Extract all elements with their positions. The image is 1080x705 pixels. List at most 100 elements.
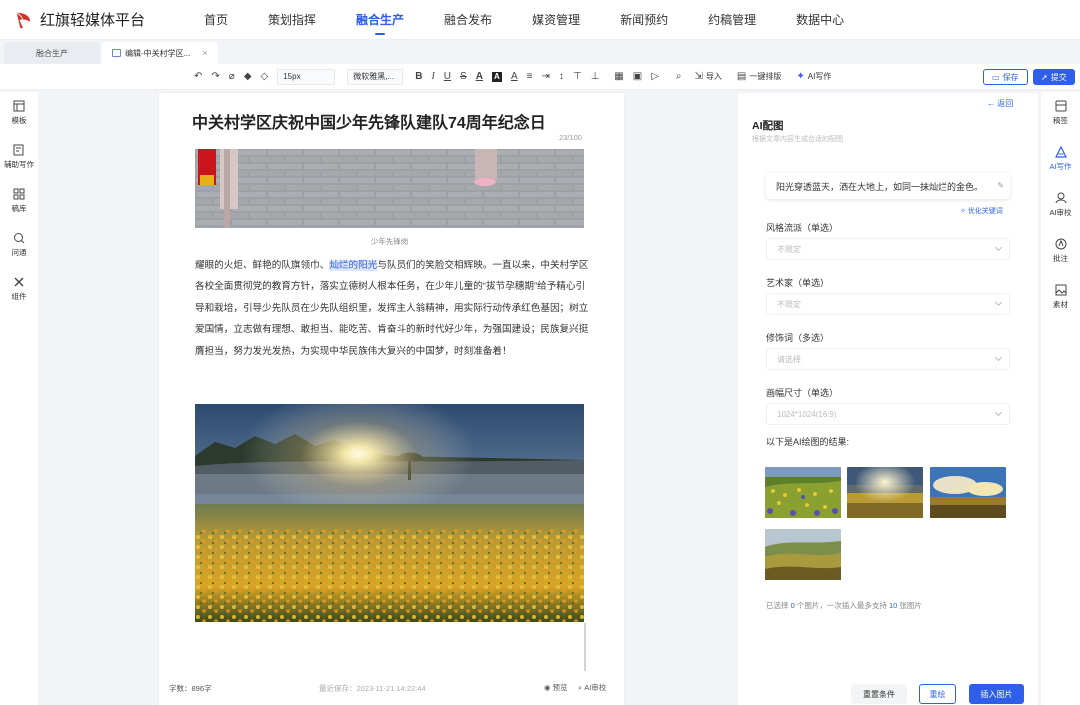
sunrise-field-thumb bbox=[847, 467, 923, 518]
sidebar-item-label: AI写作 bbox=[1049, 162, 1072, 171]
prompt-input[interactable]: 阳光穿透蓝天，洒在大地上，如同一抹灿烂的金色。 ✎ bbox=[766, 173, 1010, 199]
back-link[interactable]: ← 返回 bbox=[987, 98, 1013, 109]
chevron-down-icon bbox=[994, 298, 1003, 307]
artist-select[interactable]: 不限定 bbox=[766, 293, 1010, 315]
article-paragraph[interactable]: 耀眼的火炬、鲜艳的队旗领巾、灿烂的阳光与队员们的笑脸交相辉映。一直以来，中关村学… bbox=[195, 255, 590, 362]
nav-contribution[interactable]: 约稿管理 bbox=[708, 0, 756, 40]
ai-write-label: AI写作 bbox=[807, 72, 832, 81]
close-icon[interactable]: × bbox=[202, 48, 207, 58]
sidebar-item-material[interactable]: 素材 bbox=[1041, 284, 1080, 327]
result-image-3[interactable] bbox=[930, 467, 1006, 518]
document-editor[interactable]: 中关村学区庆祝中国少年先锋队建队74周年纪念日 23/100 少年先锋岗 耀眼的… bbox=[159, 93, 624, 705]
result-label: 以下是AI绘图的结果: bbox=[766, 437, 850, 447]
sidebar-item-ai-write[interactable]: AI写作 bbox=[1041, 146, 1080, 189]
insert-image-icon[interactable]: ▣ bbox=[633, 71, 642, 82]
tag-icon bbox=[1055, 100, 1066, 112]
sidebar-item-assist-write[interactable]: 辅助写作 bbox=[0, 142, 38, 180]
edit-icon[interactable]: ✎ bbox=[997, 181, 1004, 190]
nav-data-center[interactable]: 数据中心 bbox=[796, 0, 844, 40]
highlighted-text[interactable]: 灿烂的阳光 bbox=[329, 260, 378, 271]
table-icon[interactable]: ▦ bbox=[614, 71, 623, 82]
nav-news-booking[interactable]: 新闻预约 bbox=[620, 0, 668, 40]
nav-publish[interactable]: 融合发布 bbox=[444, 0, 492, 40]
indent-icon[interactable]: ⇥ bbox=[541, 71, 549, 82]
paragraph-text: 耀眼的火炬、鲜艳的队旗领巾、 bbox=[195, 260, 330, 271]
text-style-icon[interactable]: A bbox=[511, 71, 518, 82]
nav-production[interactable]: 融合生产 bbox=[356, 0, 404, 40]
sidebar-item-label: 模板 bbox=[11, 116, 27, 125]
import-button[interactable]: ⇲ 导入 bbox=[695, 71, 722, 82]
search-icon[interactable]: ⌕ bbox=[676, 71, 682, 82]
ai-review-button[interactable]: ⌕ AI审校 bbox=[578, 682, 606, 693]
sidebar-item-library[interactable]: 稿库 bbox=[0, 186, 38, 224]
one-click-format-button[interactable]: ▤ 一键排版 bbox=[737, 71, 781, 82]
format-painter-icon[interactable]: ⌀ bbox=[229, 71, 235, 82]
nav-media-assets[interactable]: 媒资管理 bbox=[532, 0, 580, 40]
ask-icon bbox=[14, 233, 25, 244]
sidebar-item-tag[interactable]: 稿签 bbox=[1041, 100, 1080, 143]
title-char-count: 23/100 bbox=[559, 133, 582, 142]
submit-icon: ➚ bbox=[1041, 72, 1048, 82]
template-icon bbox=[13, 100, 25, 112]
ai-review-icon bbox=[1055, 192, 1066, 204]
underline-icon[interactable]: U bbox=[444, 71, 451, 82]
highlight-icon[interactable]: A bbox=[491, 71, 502, 82]
sidebar-item-component[interactable]: 组件 bbox=[0, 274, 38, 312]
redraw-button[interactable]: 重绘 bbox=[919, 684, 956, 704]
sidebar-item-annotation[interactable]: 批注 bbox=[1041, 238, 1080, 281]
reset-conditions-button[interactable]: 重置条件 bbox=[851, 684, 907, 704]
editor-scrollbar[interactable] bbox=[584, 623, 586, 671]
result-image-1[interactable] bbox=[765, 467, 841, 518]
bold-icon[interactable]: B bbox=[415, 71, 422, 82]
brand[interactable]: 红旗轻媒体平台 bbox=[14, 9, 194, 30]
ai-write-button[interactable]: ✦ AI写作 bbox=[796, 71, 831, 82]
sidebar-item-label: 批注 bbox=[1053, 254, 1068, 263]
selected-count: 0 bbox=[790, 601, 795, 610]
align-top-icon[interactable]: ⊤ bbox=[573, 71, 582, 82]
size-select-value: 1024*1024(16:9) bbox=[777, 409, 837, 419]
align-left-icon[interactable]: ≡ bbox=[527, 71, 533, 82]
strikethrough-icon[interactable]: S bbox=[460, 71, 467, 82]
article-image-sunrise-field[interactable] bbox=[195, 404, 584, 622]
selection-middle: 个图片，一次插入最多支持 bbox=[796, 601, 887, 610]
font-color-icon[interactable]: A bbox=[476, 71, 483, 82]
sidebar-item-template[interactable]: 模板 bbox=[0, 98, 38, 136]
pavement-photo bbox=[195, 149, 584, 228]
align-bottom-icon[interactable]: ⊥ bbox=[591, 71, 600, 82]
artist-select-value: 不限定 bbox=[777, 299, 801, 309]
top-navigation: 红旗轻媒体平台 首页 策划指挥 融合生产 融合发布 媒资管理 新闻预约 约稿管理… bbox=[0, 0, 1080, 40]
result-image-2[interactable] bbox=[847, 467, 923, 518]
result-image-4[interactable] bbox=[765, 529, 841, 580]
assist-write-icon bbox=[13, 144, 24, 156]
size-select[interactable]: 1024*1024(16:9) bbox=[766, 403, 1010, 425]
save-button[interactable]: ▭ 保存 bbox=[983, 69, 1028, 85]
optimize-keywords-link[interactable]: ✧ 优化关键词 bbox=[960, 206, 1003, 216]
style-label: 风格流派（单选） bbox=[766, 223, 839, 233]
article-image-pavement[interactable] bbox=[195, 149, 584, 228]
eraser-icon[interactable]: ◇ bbox=[261, 71, 269, 82]
insert-image-button[interactable]: 插入图片 bbox=[969, 684, 1024, 704]
sidebar-item-ask[interactable]: 问通 bbox=[0, 230, 38, 268]
prompt-text: 阳光穿透蓝天，洒在大地上，如同一抹灿烂的金色。 bbox=[776, 181, 984, 192]
last-saved-time: 最近保存：2023-11-21 14:22:44 bbox=[319, 684, 426, 693]
tab-production[interactable]: 融合生产 bbox=[4, 42, 100, 64]
font-family-value: 微软雅黑,... bbox=[353, 72, 395, 81]
insert-video-icon[interactable]: ▷ bbox=[651, 71, 659, 82]
import-icon: ⇲ bbox=[694, 71, 703, 82]
font-family-select[interactable]: 微软雅黑,... bbox=[347, 68, 404, 85]
nav-planning[interactable]: 策划指挥 bbox=[268, 0, 316, 40]
nav-home[interactable]: 首页 bbox=[204, 0, 228, 40]
line-height-icon[interactable]: ↕ bbox=[559, 71, 564, 82]
italic-icon[interactable]: I bbox=[431, 71, 434, 82]
tab-edit-document[interactable]: 编辑-中关村学区... × bbox=[102, 42, 218, 64]
font-size-select[interactable]: 15px bbox=[277, 68, 336, 85]
modifier-select[interactable]: 请选择 bbox=[766, 348, 1010, 370]
preview-button[interactable]: ◉ 预览 bbox=[544, 682, 568, 693]
style-select[interactable]: 不限定 bbox=[766, 238, 1010, 260]
submit-button[interactable]: ➚ 提交 bbox=[1033, 69, 1075, 85]
document-title[interactable]: 中关村学区庆祝中国少年先锋队建队74周年纪念日 bbox=[192, 109, 546, 133]
redo-icon[interactable]: ↷ bbox=[211, 71, 219, 82]
clear-format-icon[interactable]: ◆ bbox=[244, 71, 252, 82]
sidebar-item-ai-review[interactable]: AI审校 bbox=[1041, 192, 1080, 235]
undo-icon[interactable]: ↶ bbox=[194, 71, 202, 82]
